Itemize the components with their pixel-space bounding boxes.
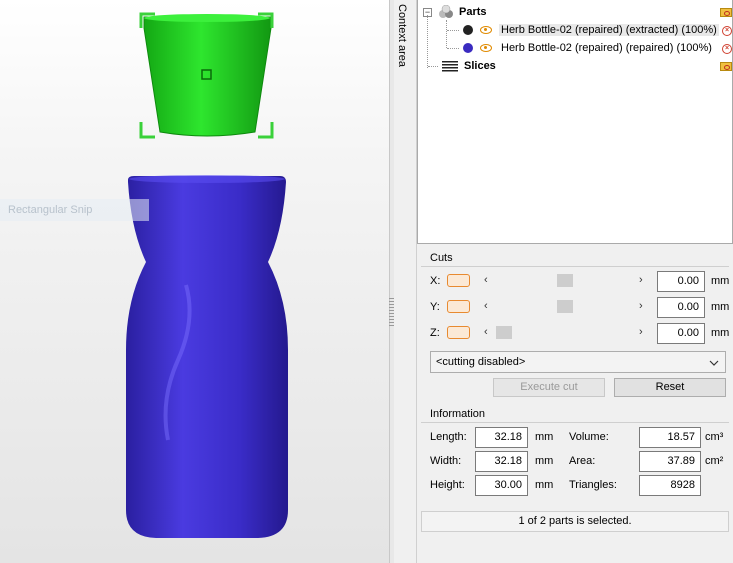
area-label: Area: xyxy=(569,455,596,467)
remove-part-icon[interactable]: × xyxy=(722,44,732,54)
area-unit: cm² xyxy=(705,455,724,467)
cuts-group-title: Cuts xyxy=(430,252,453,264)
selection-handle-icon xyxy=(139,122,155,139)
tree-node-parts[interactable]: − Parts xyxy=(423,3,487,21)
cut-y-slider-thumb[interactable] xyxy=(557,300,573,313)
tree-slices-label: Slices xyxy=(464,60,496,72)
information-group-title: Information xyxy=(430,408,486,420)
selection-handle-icon xyxy=(258,122,274,139)
slider-right-arrow-icon[interactable]: › xyxy=(639,326,643,338)
slices-icon xyxy=(442,61,458,72)
cut-plane-color-swatch[interactable] xyxy=(447,326,470,339)
length-unit: mm xyxy=(535,431,554,443)
cut-unit: mm xyxy=(711,301,730,313)
length-value: 32.18 xyxy=(475,427,528,448)
slider-left-arrow-icon[interactable]: ‹ xyxy=(484,326,488,338)
bottle-part[interactable] xyxy=(126,175,288,538)
height-value: 30.00 xyxy=(475,475,528,496)
selection-status: 1 of 2 parts is selected. xyxy=(421,511,729,532)
slider-left-arrow-icon[interactable]: ‹ xyxy=(484,274,488,286)
tree-item-label: Herb Bottle-02 (repaired) (repaired) (10… xyxy=(501,42,712,54)
selected-part-cap[interactable] xyxy=(139,12,274,139)
cut-plane-color-swatch[interactable] xyxy=(447,274,470,287)
visibility-eye-icon[interactable] xyxy=(480,26,492,34)
tree-node-slices[interactable]: Slices xyxy=(428,57,496,75)
height-label: Height: xyxy=(430,479,465,491)
tree-parts-label: Parts xyxy=(459,6,487,18)
visibility-eye-icon[interactable] xyxy=(480,44,492,52)
cut-z-slider-thumb[interactable] xyxy=(496,326,512,339)
cut-x-slider-thumb[interactable] xyxy=(557,274,573,287)
context-area-label: Context area xyxy=(396,4,408,67)
triangles-label: Triangles: xyxy=(569,479,617,491)
width-value: 32.18 xyxy=(475,451,528,472)
cut-unit: mm xyxy=(711,275,730,287)
model-render[interactable] xyxy=(0,0,389,563)
reset-button[interactable]: Reset xyxy=(614,378,726,397)
volume-value: 18.57 xyxy=(639,427,701,448)
slider-right-arrow-icon[interactable]: › xyxy=(639,274,643,286)
tree-item-part-1[interactable]: Herb Bottle-02 (repaired) (extracted) (1… xyxy=(447,21,719,39)
remove-part-icon[interactable]: × xyxy=(722,26,732,36)
chevron-down-icon xyxy=(709,360,719,366)
divider xyxy=(421,422,729,423)
part-color-dot-icon xyxy=(463,25,473,35)
cut-mode-select[interactable]: <cutting disabled> xyxy=(430,351,726,373)
cut-axis-label: Y: xyxy=(430,301,440,313)
tree-item-label: Herb Bottle-02 (repaired) (extracted) (1… xyxy=(499,24,719,36)
width-label: Width: xyxy=(430,455,462,467)
area-value: 37.89 xyxy=(639,451,701,472)
cut-axis-label: X: xyxy=(430,275,441,287)
cut-z-input[interactable]: 0.00 xyxy=(657,323,705,344)
parts-tree[interactable]: − Parts Herb Bottle-02 (repaired) (extra… xyxy=(417,0,733,244)
open-folder-icon[interactable] xyxy=(720,8,732,17)
cut-axis-label: Z: xyxy=(430,327,440,339)
volume-unit: cm³ xyxy=(705,431,724,443)
triangles-value: 8928 xyxy=(639,475,701,496)
cut-x-input[interactable]: 0.00 xyxy=(657,271,705,292)
divider xyxy=(421,266,729,267)
parts-icon xyxy=(439,5,453,18)
volume-label: Volume: xyxy=(569,431,609,443)
width-unit: mm xyxy=(535,455,554,467)
rectangular-snip-overlay: Rectangular Snip xyxy=(0,199,149,221)
part-color-dot-icon xyxy=(463,43,473,53)
tree-item-part-2[interactable]: Herb Bottle-02 (repaired) (repaired) (10… xyxy=(447,39,714,57)
open-folder-icon[interactable] xyxy=(720,62,732,71)
length-label: Length: xyxy=(430,431,467,443)
cut-unit: mm xyxy=(711,327,730,339)
slider-left-arrow-icon[interactable]: ‹ xyxy=(484,300,488,312)
cut-mode-value: <cutting disabled> xyxy=(436,356,526,368)
height-unit: mm xyxy=(535,479,554,491)
execute-cut-button[interactable]: Execute cut xyxy=(493,378,605,397)
cut-plane-color-swatch[interactable] xyxy=(447,300,470,313)
cut-y-input[interactable]: 0.00 xyxy=(657,297,705,318)
3d-viewport[interactable]: Rectangular Snip xyxy=(0,0,389,563)
context-area-tab[interactable] xyxy=(394,0,417,563)
slider-right-arrow-icon[interactable]: › xyxy=(639,300,643,312)
